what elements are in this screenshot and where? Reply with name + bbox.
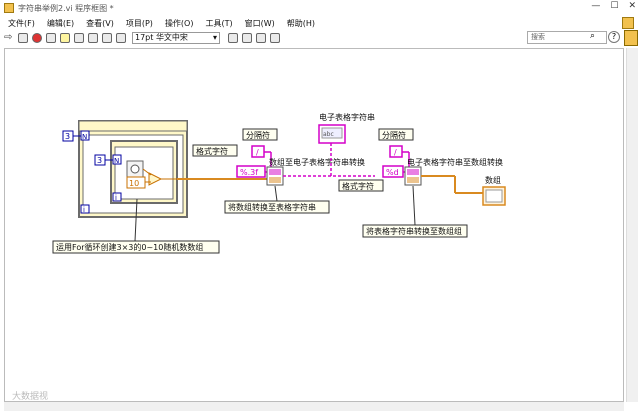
step-over-icon[interactable] xyxy=(102,33,112,43)
inner-i-label: i xyxy=(115,194,117,202)
outer-n-label: N xyxy=(82,133,87,141)
step-into-icon[interactable] xyxy=(88,33,98,43)
multiplier-value: 10 xyxy=(129,179,139,188)
run-arrow-icon[interactable]: ⇨ xyxy=(4,33,14,43)
comment-string-to-array: 将表格字符串转换至数组组 xyxy=(366,226,462,236)
format-label-2: 格式字符 xyxy=(342,181,374,191)
format-value-2: %d xyxy=(386,168,399,177)
delimiter-label-1: 分隔符 xyxy=(246,130,270,140)
cleanup-diagram-icon[interactable] xyxy=(270,33,280,43)
labview-window: 字符串举例2.vi 程序框图 * — ☐ ✕ 文件(F) 编辑(E) 查看(V)… xyxy=(0,0,640,411)
delimiter-label-2: 分隔符 xyxy=(382,130,406,140)
inner-n-label: N xyxy=(114,157,119,165)
retain-wire-values-icon[interactable] xyxy=(74,33,84,43)
indicator-value: abc xyxy=(323,131,334,138)
minimize-icon[interactable]: — xyxy=(591,1,600,11)
title-bar: 字符串举例2.vi 程序框图 * — ☐ ✕ xyxy=(0,0,640,16)
run-continuous-icon[interactable] xyxy=(18,33,28,43)
menu-view[interactable]: 查看(V) xyxy=(86,18,114,29)
highlight-execution-icon[interactable] xyxy=(60,33,70,43)
close-icon[interactable]: ✕ xyxy=(628,1,636,11)
node-label-1: 数组至电子表格字符串转换 xyxy=(269,157,365,167)
outer-i-label: i xyxy=(83,206,85,214)
chevron-down-icon: ▾ xyxy=(212,33,217,42)
array-label: 数组 xyxy=(485,175,501,185)
abort-icon[interactable] xyxy=(32,33,42,43)
menu-file[interactable]: 文件(F) xyxy=(8,18,35,29)
connector-pane-icon xyxy=(624,30,638,46)
format-value-1: %.3f xyxy=(240,168,258,177)
watermark: 大数据视 xyxy=(12,392,49,402)
menu-bar: 文件(F) 编辑(E) 查看(V) 项目(P) 操作(O) 工具(T) 窗口(W… xyxy=(0,16,640,30)
indicator-label: 电子表格字符串 xyxy=(319,112,375,122)
horizontal-scrollbar[interactable] xyxy=(4,402,624,411)
step-out-icon[interactable] xyxy=(116,33,126,43)
outer-count-value: 3 xyxy=(65,132,70,141)
block-diagram[interactable]: 3 N i 3 N i 10 格式字符 %.3f 分隔符 / 数组至电子表格字符… xyxy=(4,48,624,402)
delimiter-value-1: / xyxy=(256,148,259,157)
menu-tools[interactable]: 工具(T) xyxy=(205,18,232,29)
node-label-2: 电子表格字符串至数组转换 xyxy=(407,157,503,167)
pause-icon[interactable] xyxy=(46,33,56,43)
comment-loop: 运用For循环创建3×3的0~10随机数数组 xyxy=(56,242,203,252)
vi-icon xyxy=(622,17,634,29)
distribute-objects-icon[interactable] xyxy=(242,33,252,43)
font-select[interactable]: 17pt 华文中宋 ▾ xyxy=(132,32,220,44)
format-label-1: 格式字符 xyxy=(196,146,228,156)
reorder-icon[interactable] xyxy=(256,33,266,43)
menu-window[interactable]: 窗口(W) xyxy=(245,18,275,29)
menu-help[interactable]: 帮助(H) xyxy=(287,18,315,29)
window-title: 字符串举例2.vi 程序框图 * xyxy=(18,3,114,13)
labview-icon xyxy=(4,3,14,13)
menu-operate[interactable]: 操作(O) xyxy=(165,18,194,29)
maximize-icon[interactable]: ☐ xyxy=(610,1,618,11)
delimiter-value-2: / xyxy=(394,148,397,157)
align-objects-icon[interactable] xyxy=(228,33,238,43)
font-select-value: 17pt 华文中宋 xyxy=(135,33,188,42)
search-icon[interactable]: ⌕ xyxy=(590,32,600,42)
comment-array-to-string: 将数组转换至表格字符串 xyxy=(228,202,316,212)
menu-project[interactable]: 项目(P) xyxy=(126,18,153,29)
help-icon[interactable]: ? xyxy=(608,31,620,43)
menu-edit[interactable]: 编辑(E) xyxy=(47,18,74,29)
vertical-scrollbar[interactable] xyxy=(626,48,638,402)
inner-count-value: 3 xyxy=(97,156,102,165)
diagram-svg: 3 N i 3 N i 10 格式字符 %.3f 分隔符 / 数组至电子表格字符… xyxy=(52,112,506,254)
